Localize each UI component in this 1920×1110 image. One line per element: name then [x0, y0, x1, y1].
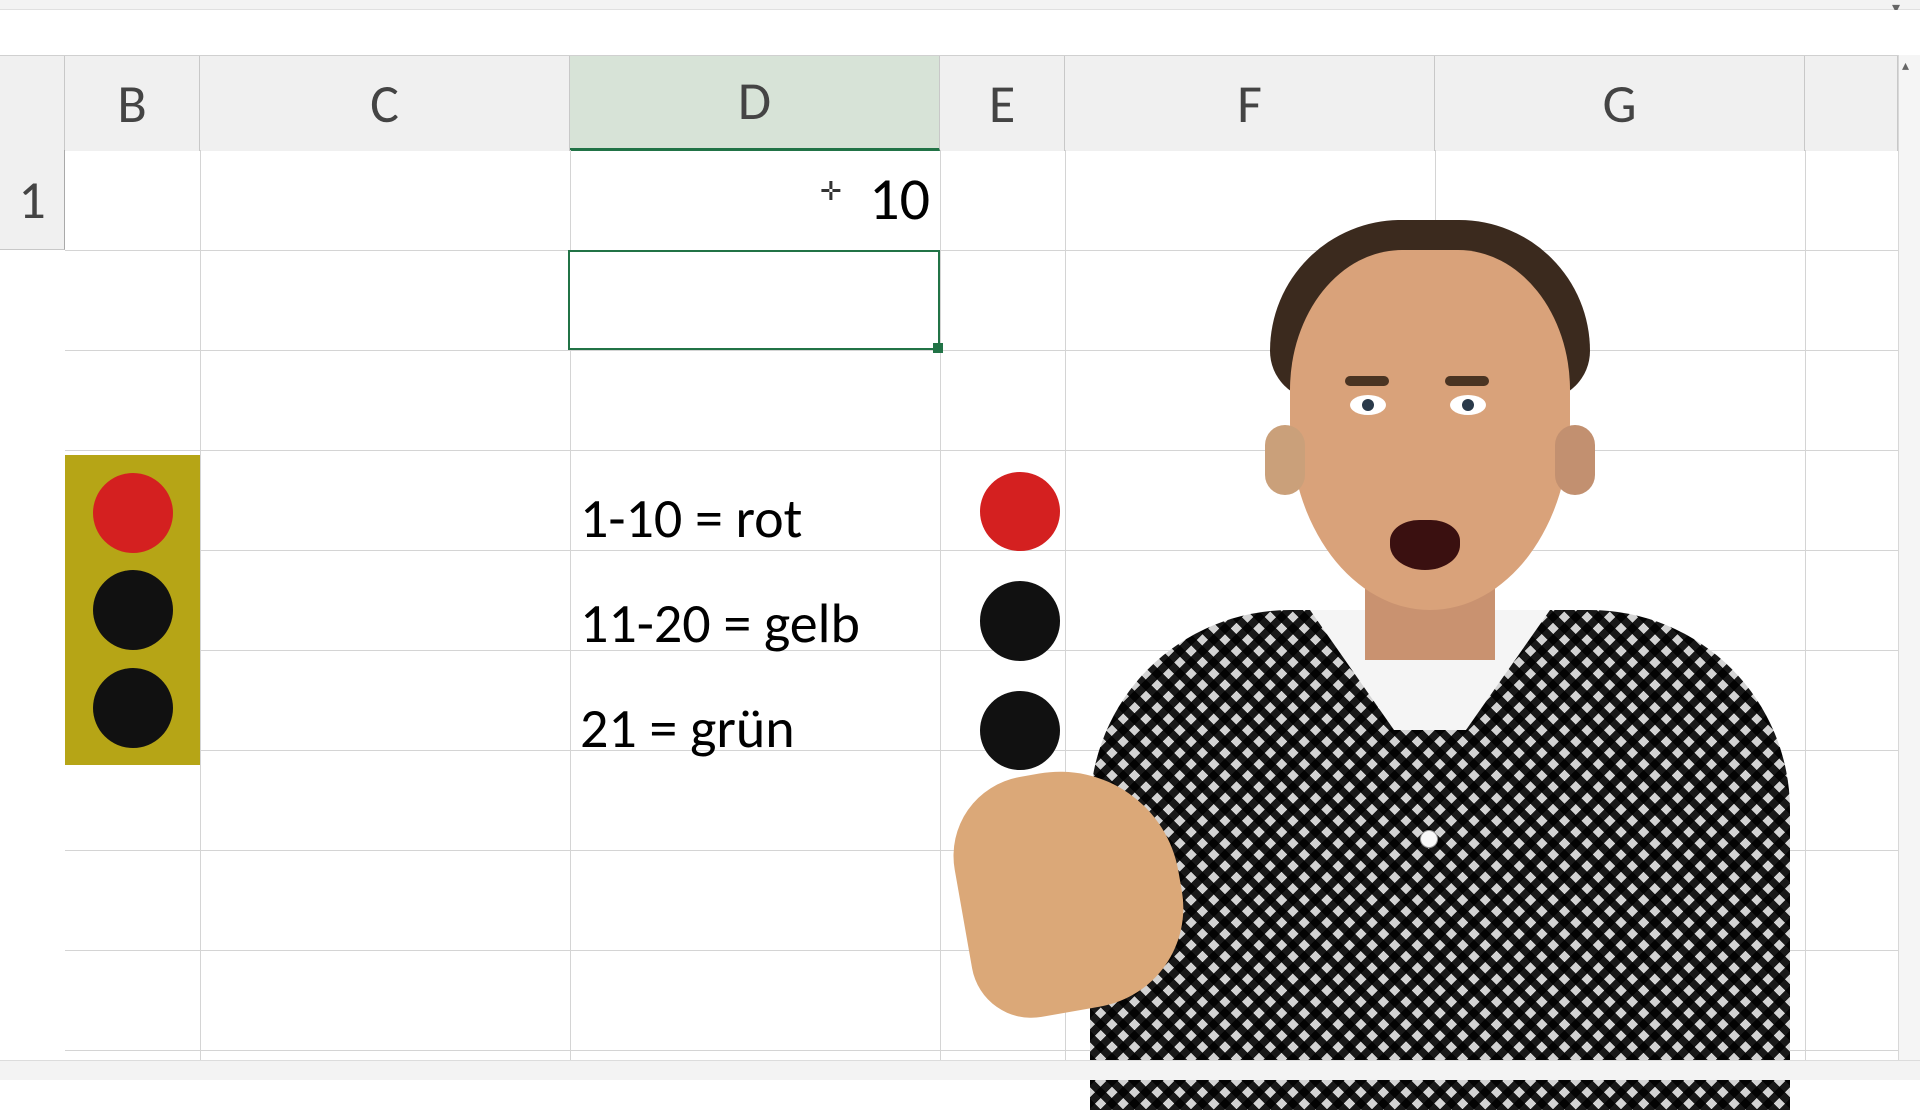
active-cell-d2[interactable]	[568, 250, 940, 350]
column-header-d[interactable]: D	[570, 56, 940, 151]
rule-text-2: 11-20 = gelb	[580, 590, 860, 658]
column-header-c[interactable]: C	[200, 56, 570, 151]
column-header-label: D	[738, 68, 771, 134]
traffic-light-left	[65, 455, 200, 765]
gridline-v	[200, 150, 201, 1080]
column-header-label: E	[989, 71, 1015, 137]
status-bar	[0, 1060, 1920, 1080]
row-header-1[interactable]: 1	[0, 150, 65, 250]
traffic-light-green-bulb	[980, 691, 1060, 770]
traffic-light-yellow-bulb	[980, 581, 1060, 660]
cell-d1[interactable]: 10	[570, 150, 940, 250]
gridline-v	[1805, 150, 1806, 1080]
scroll-up-icon[interactable]: ▴	[1902, 57, 1909, 74]
presenter-webcam-overlay	[1050, 180, 1790, 1080]
select-all-corner[interactable]	[0, 56, 65, 151]
gridline-v	[940, 150, 941, 1080]
rule-text-1: 1-10 = rot	[580, 485, 802, 553]
column-headers-row: B C D E F G	[0, 55, 1920, 150]
column-header-g[interactable]: G	[1435, 56, 1805, 151]
cell-value: 10	[869, 163, 930, 236]
traffic-light-red-bulb	[93, 473, 173, 553]
vertical-scrollbar[interactable]: ▴	[1898, 55, 1920, 1060]
traffic-light-green-bulb	[93, 668, 173, 748]
column-header-label: C	[370, 71, 399, 137]
column-header-label: F	[1237, 71, 1262, 137]
column-header-e[interactable]: E	[940, 56, 1065, 151]
row-header-label: 1	[18, 167, 45, 233]
rule-text-3: 21 = grün	[580, 695, 795, 763]
column-header-b[interactable]: B	[65, 56, 200, 151]
window-chrome-strip: ▾	[0, 0, 1920, 10]
traffic-light-yellow-bulb	[93, 570, 173, 650]
cell-cursor-icon: ✛	[820, 175, 840, 207]
column-header-f[interactable]: F	[1065, 56, 1435, 151]
ribbon-gap	[0, 10, 1920, 55]
column-header-next[interactable]	[1805, 56, 1898, 151]
column-header-label: G	[1602, 71, 1636, 137]
column-header-label: B	[117, 71, 146, 137]
traffic-light-red-bulb	[980, 472, 1060, 551]
